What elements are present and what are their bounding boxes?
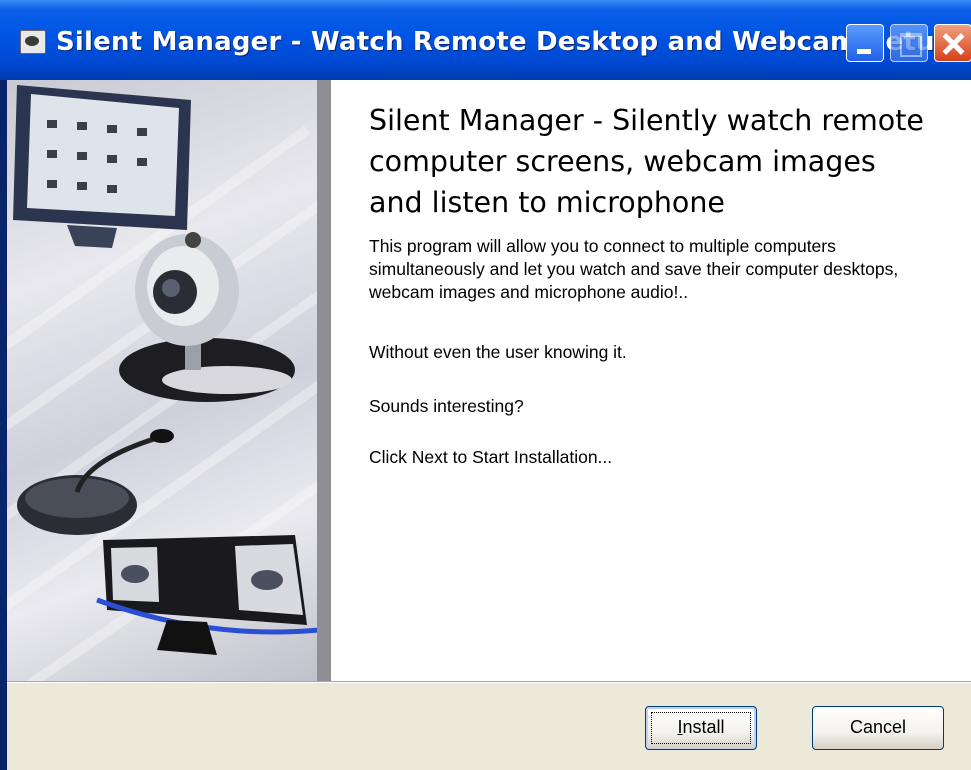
focus-rectangle [651, 712, 751, 744]
welcome-paragraph: Sounds interesting? [369, 396, 524, 416]
welcome-paragraph: Without even the user knowing it. [369, 342, 627, 362]
cancel-button[interactable]: Cancel [812, 706, 944, 750]
setup-icon[interactable] [20, 30, 46, 54]
close-button[interactable] [934, 24, 971, 62]
wizard-client-area: Silent Manager - Silently watch remote c… [7, 80, 971, 770]
title-bar[interactable]: Silent Manager - Watch Remote Desktop an… [0, 0, 971, 80]
microphone-illustration [17, 429, 174, 535]
welcome-heading: Silent Manager - Silently watch remote c… [369, 104, 924, 219]
wizard-banner-image [7, 80, 331, 681]
banner-edge [317, 80, 331, 681]
maximize-button [890, 24, 928, 62]
button-bar-separator [7, 681, 971, 683]
window-title: Silent Manager - Watch Remote Desktop an… [56, 27, 954, 57]
welcome-panel: Silent Manager - Silently watch remote c… [331, 80, 971, 681]
install-button[interactable]: Install [645, 706, 757, 750]
setup-window: Silent Manager - Watch Remote Desktop an… [0, 0, 971, 770]
monitor-illustration [13, 85, 191, 248]
eyes-panel-illustration [96, 535, 320, 655]
webcam-illustration [119, 232, 295, 402]
welcome-paragraph: This program will allow you to connect t… [369, 236, 899, 302]
welcome-paragraph: Click Next to Start Installation... [369, 447, 613, 467]
banner-illustration [7, 85, 330, 681]
minimize-button[interactable] [846, 24, 884, 62]
